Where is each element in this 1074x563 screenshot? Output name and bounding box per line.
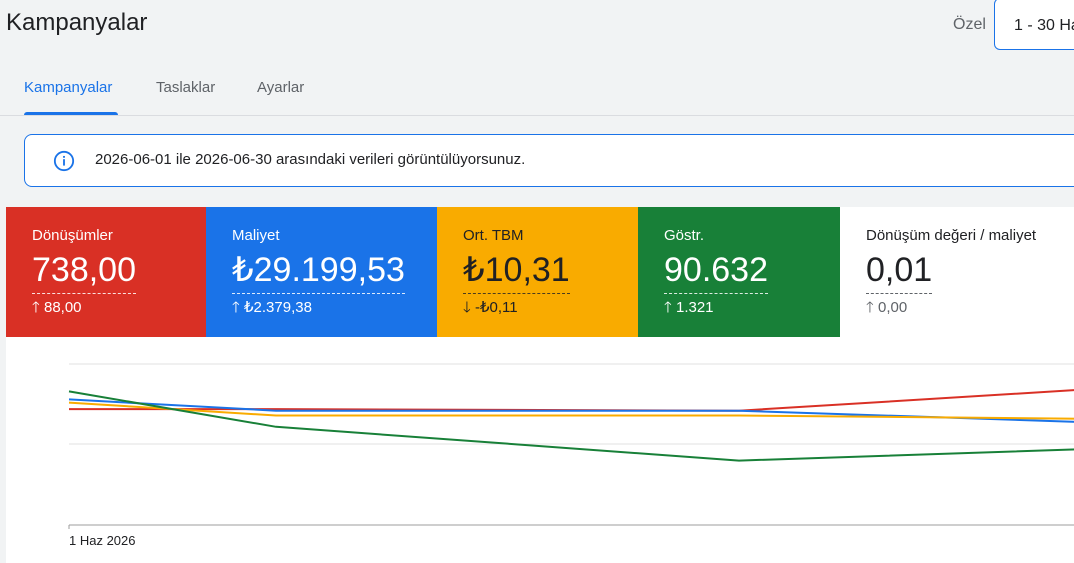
tab-ayarlar[interactable]: Ayarlar xyxy=(257,79,304,96)
metric-delta: 🡑 ₺2.379,38 xyxy=(232,297,312,322)
series-group xyxy=(68,389,1074,462)
info-icon xyxy=(53,150,75,172)
metric-card-gostr[interactable]: Göstr. 90.632 🡑 1.321 xyxy=(638,207,840,337)
metric-value: ₺29.199,53 xyxy=(232,250,405,294)
metric-delta: 🡑 1.321 xyxy=(664,297,714,322)
arrow-up-icon: 🡑 xyxy=(866,299,874,316)
metric-value: 0,01 xyxy=(866,250,933,294)
metric-label: Dönüşüm değeri / maliyet xyxy=(866,227,1037,244)
date-range-picker[interactable]: 1 - 30 Haziran 2026 xyxy=(994,0,1074,50)
info-banner: 2026-06-01 ile 2026-06-30 arasındaki ver… xyxy=(24,134,1074,187)
tab-taslaklar[interactable]: Taslaklar xyxy=(156,79,215,96)
series-line-1 xyxy=(68,398,1074,423)
metric-delta-value: ₺2.379,38 xyxy=(243,299,312,316)
period-label: Özel xyxy=(953,16,986,33)
metric-card-donusum-degeri-maliyet[interactable]: Dönüşüm değeri / maliyet 0,01 🡑 0,00 xyxy=(840,207,1074,337)
metric-value: 90.632 xyxy=(664,250,768,294)
page-title: Kampanyalar xyxy=(6,9,148,36)
line-chart-svg: 1 Haz 2026 xyxy=(68,363,1074,548)
metric-delta: 🡑 88,00 xyxy=(32,297,82,322)
metric-label: Göstr. xyxy=(664,227,705,244)
active-tab-indicator xyxy=(24,112,118,115)
metric-label: Ort. TBM xyxy=(463,227,524,244)
tab-bar: Kampanyalar Taslaklar Ayarlar xyxy=(0,68,1074,116)
metric-delta-value: -₺0,11 xyxy=(474,299,518,316)
metric-card-donusumler[interactable]: Dönüşümler 738,00 🡑 88,00 xyxy=(6,207,206,337)
metric-card-maliyet[interactable]: Maliyet ₺29.199,53 🡑 ₺2.379,38 xyxy=(206,207,437,337)
tab-kampanyalar[interactable]: Kampanyalar xyxy=(24,79,112,96)
arrow-up-icon: 🡑 xyxy=(664,299,672,316)
arrow-down-icon: 🡓 xyxy=(463,299,471,316)
metric-card-ort-tbm[interactable]: Ort. TBM ₺10,31 🡓 -₺0,11 xyxy=(437,207,638,337)
x-tick-label: 1 Haz 2026 xyxy=(69,533,136,548)
metric-label: Maliyet xyxy=(232,227,280,244)
metric-delta-value: 88,00 xyxy=(43,299,82,316)
metric-delta-value: 0,00 xyxy=(877,299,908,316)
arrow-up-icon: 🡑 xyxy=(32,299,40,316)
metric-label: Dönüşümler xyxy=(32,227,113,244)
info-banner-text: 2026-06-01 ile 2026-06-30 arasındaki ver… xyxy=(95,151,526,168)
metric-value: ₺10,31 xyxy=(463,250,570,294)
series-line-3 xyxy=(68,390,1074,462)
arrow-up-icon: 🡑 xyxy=(232,299,240,316)
metric-delta: 🡓 -₺0,11 xyxy=(463,297,518,322)
metric-delta: 🡑 0,00 xyxy=(866,297,907,322)
metric-value: 738,00 xyxy=(32,250,136,294)
metric-delta-value: 1.321 xyxy=(675,299,714,316)
performance-chart: 1 Haz 2026 xyxy=(6,337,1074,563)
